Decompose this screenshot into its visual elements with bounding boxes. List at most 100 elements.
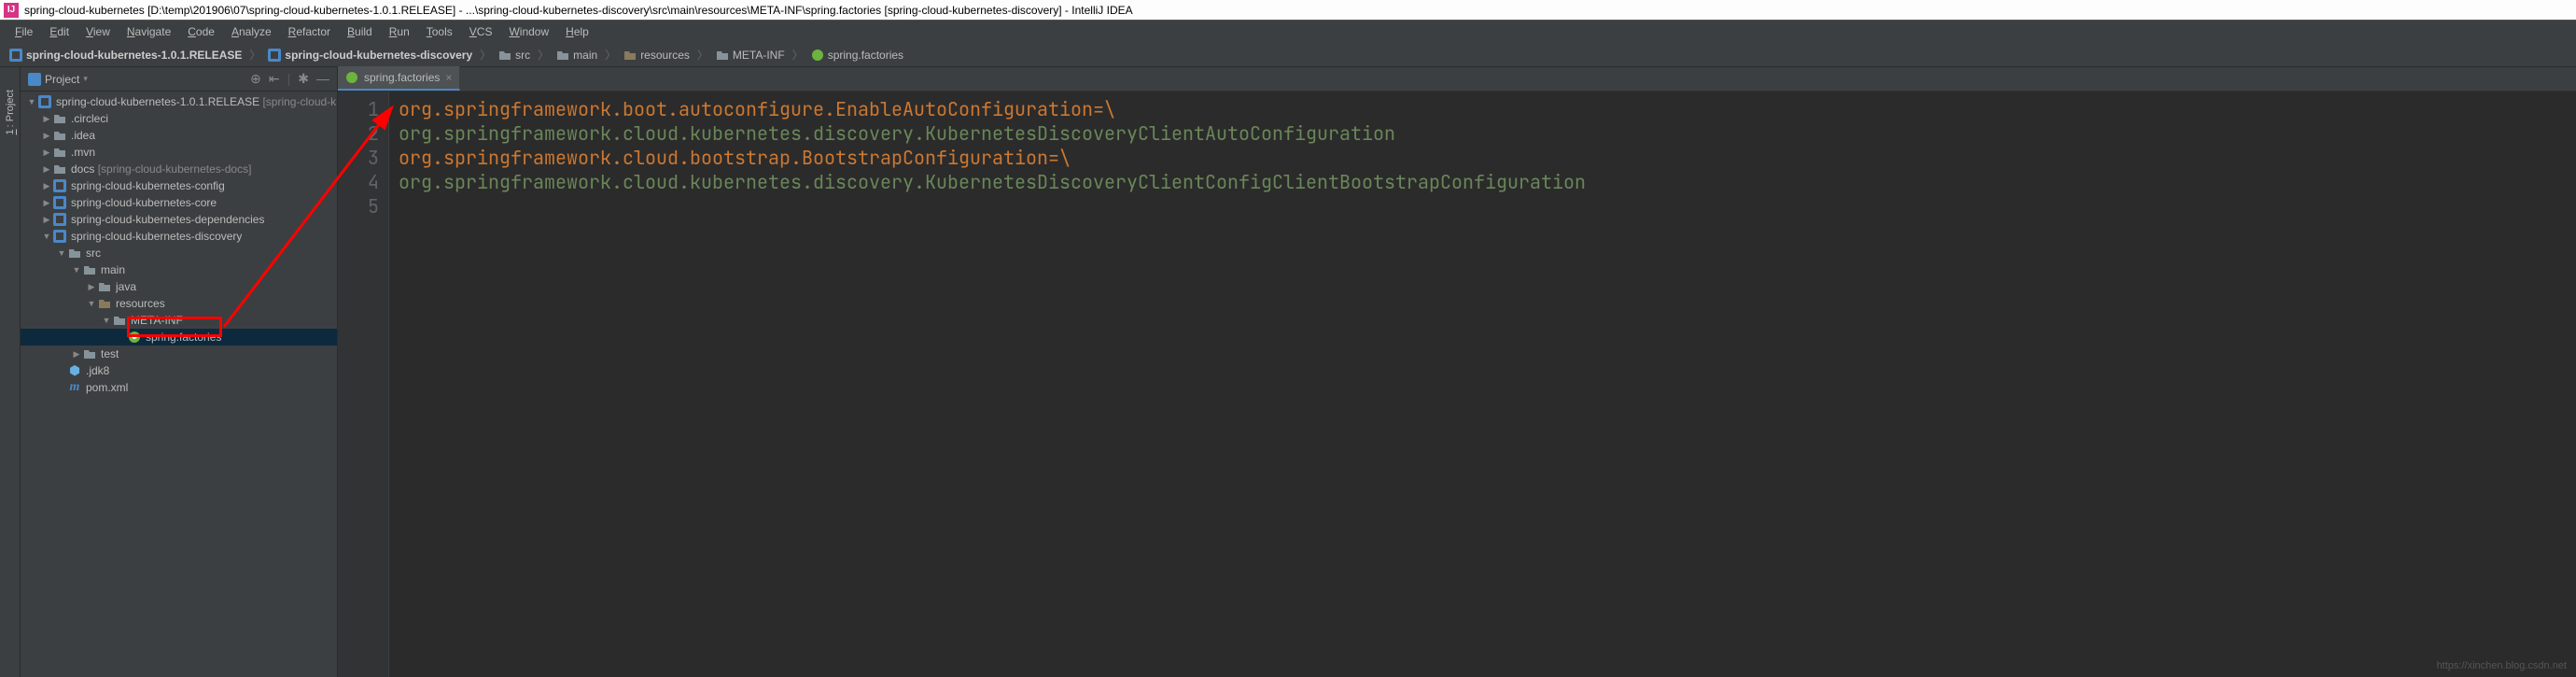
breadcrumb-separator: 〉 (538, 47, 549, 63)
tree-arrow[interactable]: ▶ (41, 148, 52, 158)
menu-vcs[interactable]: VCS (462, 23, 500, 40)
editor-tabs: spring.factories × (338, 67, 2576, 92)
tree-label: .jdk8 (86, 364, 109, 377)
module-icon (52, 229, 67, 244)
tree-arrow[interactable]: ▶ (41, 215, 52, 225)
tree-label: .idea (71, 129, 95, 142)
menu-tools[interactable]: Tools (419, 23, 460, 40)
breadcrumb-bar: spring-cloud-kubernetes-1.0.1.RELEASE 〉 sp… (0, 43, 2576, 67)
tree-arrow[interactable]: ▼ (86, 299, 97, 308)
tree-label: spring-cloud-kubernetes-discovery (71, 230, 242, 243)
window-title: spring-cloud-kubernetes [D:\temp\201906\… (24, 4, 1133, 17)
titlebar: IJ spring-cloud-kubernetes [D:\temp\2019… (0, 0, 2576, 21)
tree-label: spring-cloud-kubernetes-1.0.1.RELEASE [s… (56, 95, 336, 108)
left-gutter: 1: Project (0, 67, 21, 677)
tree-node--mvn[interactable]: ▶.mvn (21, 144, 337, 161)
tree-node-meta-inf[interactable]: ▼META-INF (21, 312, 337, 329)
tree-arrow[interactable]: ▼ (26, 97, 37, 106)
menu-view[interactable]: View (78, 23, 118, 40)
tree-arrow[interactable]: ▶ (41, 164, 52, 175)
line-number: 1 (338, 97, 379, 121)
menu-help[interactable]: Help (558, 23, 596, 40)
breadcrumb-spring-cloud-kubernetes-discovery[interactable]: spring-cloud-kubernetes-discovery (266, 49, 474, 62)
tree-node--jdk8[interactable]: ⬢ .jdk8 (21, 362, 337, 379)
code-line: org.springframework.boot.autoconfigure.E… (399, 97, 2567, 121)
close-icon[interactable]: × (445, 71, 452, 84)
divider: | (287, 71, 291, 87)
editor-tab-spring-factories[interactable]: spring.factories × (338, 66, 460, 91)
menu-file[interactable]: File (7, 23, 40, 40)
folder-icon (52, 145, 67, 160)
module-icon (52, 195, 67, 210)
editor-tab-label: spring.factories (364, 71, 440, 84)
breadcrumb-main[interactable]: main (554, 49, 599, 62)
tree-node--circleci[interactable]: ▶.circleci (21, 110, 337, 127)
tree-arrow[interactable]: ▶ (41, 131, 52, 141)
tree-node-java[interactable]: ▶java (21, 278, 337, 295)
menu-navigate[interactable]: Navigate (119, 23, 178, 40)
tree-node-test[interactable]: ▶ test (21, 346, 337, 362)
menu-run[interactable]: Run (382, 23, 417, 40)
tree-arrow[interactable]: ▶ (41, 114, 52, 124)
project-tool-button[interactable]: 1: Project (3, 86, 18, 138)
tree-node-spring-cloud-kubernetes-core[interactable]: ▶ spring-cloud-kubernetes-core (21, 194, 337, 211)
menu-edit[interactable]: Edit (42, 23, 77, 40)
tree-node-spring-cloud-kubernetes-1-0-1-release[interactable]: ▼ spring-cloud-kubernetes-1.0.1.RELEASE [… (21, 93, 337, 110)
menu-analyze[interactable]: Analyze (224, 23, 279, 40)
folder-icon (82, 262, 97, 277)
tree-label: test (101, 347, 119, 360)
project-tree[interactable]: ▼ spring-cloud-kubernetes-1.0.1.RELEASE [… (21, 92, 337, 677)
breadcrumb-spring-cloud-kubernetes-1-0-1-release[interactable]: spring-cloud-kubernetes-1.0.1.RELEASE (7, 49, 244, 62)
tree-node-pom-xml[interactable]: m pom.xml (21, 379, 337, 396)
tree-node-spring-cloud-kubernetes-config[interactable]: ▶ spring-cloud-kubernetes-config (21, 177, 337, 194)
project-panel-header: Project ▾ ⊕ ⇤ | ✱ — (21, 67, 337, 92)
editor-area: spring.factories × 12345 org.springframe… (338, 67, 2576, 677)
jdk-icon: ⬢ (67, 363, 82, 378)
tree-node-spring-factories[interactable]: spring.factories (21, 329, 337, 346)
tree-label: resources (116, 297, 165, 310)
tree-arrow[interactable]: ▼ (71, 265, 82, 275)
tree-node-src[interactable]: ▼src (21, 245, 337, 261)
tree-arrow[interactable]: ▶ (41, 198, 52, 208)
tree-arrow[interactable]: ▼ (41, 232, 52, 241)
line-number: 2 (338, 121, 379, 146)
module-icon (52, 178, 67, 193)
menu-build[interactable]: Build (340, 23, 380, 40)
tree-node-spring-cloud-kubernetes-discovery[interactable]: ▼ spring-cloud-kubernetes-discovery (21, 228, 337, 245)
tree-arrow[interactable]: ▶ (41, 181, 52, 191)
tree-arrow[interactable]: ▼ (56, 248, 67, 258)
menu-code[interactable]: Code (180, 23, 222, 40)
tree-node-docs[interactable]: ▶docs [spring-cloud-kubernetes-docs] (21, 161, 337, 177)
settings-icon[interactable]: ✱ (298, 71, 309, 87)
menu-refactor[interactable]: Refactor (281, 23, 338, 40)
tree-arrow[interactable]: ▼ (101, 316, 112, 325)
code-line: org.springframework.cloud.kubernetes.dis… (399, 170, 2567, 194)
folder-icon (67, 246, 82, 261)
breadcrumb-src[interactable]: src (497, 49, 532, 62)
line-number: 5 (338, 194, 379, 219)
tree-label: spring-cloud-kubernetes-core (71, 196, 217, 209)
maven-icon: m (67, 380, 82, 395)
breadcrumb-meta-inf[interactable]: META-INF (714, 49, 787, 62)
tree-arrow[interactable]: ▶ (71, 349, 82, 360)
breadcrumb-resources[interactable]: resources (622, 49, 692, 62)
editor-body[interactable]: 12345 org.springframework.boot.autoconfi… (338, 92, 2576, 677)
menu-window[interactable]: Window (501, 23, 556, 40)
dropdown-icon[interactable]: ▾ (83, 74, 88, 84)
menubar: FileEditViewNavigateCodeAnalyzeRefactorB… (0, 21, 2576, 43)
locate-icon[interactable]: ⊕ (250, 71, 261, 87)
tree-node-spring-cloud-kubernetes-dependencies[interactable]: ▶ spring-cloud-kubernetes-dependencies (21, 211, 337, 228)
code-content[interactable]: org.springframework.boot.autoconfigure.E… (389, 92, 2576, 677)
tree-label: spring-cloud-kubernetes-dependencies (71, 213, 264, 226)
breadcrumb-spring-factories[interactable]: spring.factories (809, 49, 905, 62)
hide-icon[interactable]: — (316, 71, 329, 87)
folder-icon (52, 162, 67, 176)
tree-label: spring-cloud-kubernetes-config (71, 179, 225, 192)
breadcrumb-separator: 〉 (605, 47, 616, 63)
tree-arrow[interactable]: ▶ (86, 282, 97, 292)
tree-node-main[interactable]: ▼main (21, 261, 337, 278)
tree-node-resources[interactable]: ▼ resources (21, 295, 337, 312)
collapse-icon[interactable]: ⇤ (269, 71, 280, 87)
tree-label: pom.xml (86, 381, 128, 394)
tree-node--idea[interactable]: ▶ .idea (21, 127, 337, 144)
